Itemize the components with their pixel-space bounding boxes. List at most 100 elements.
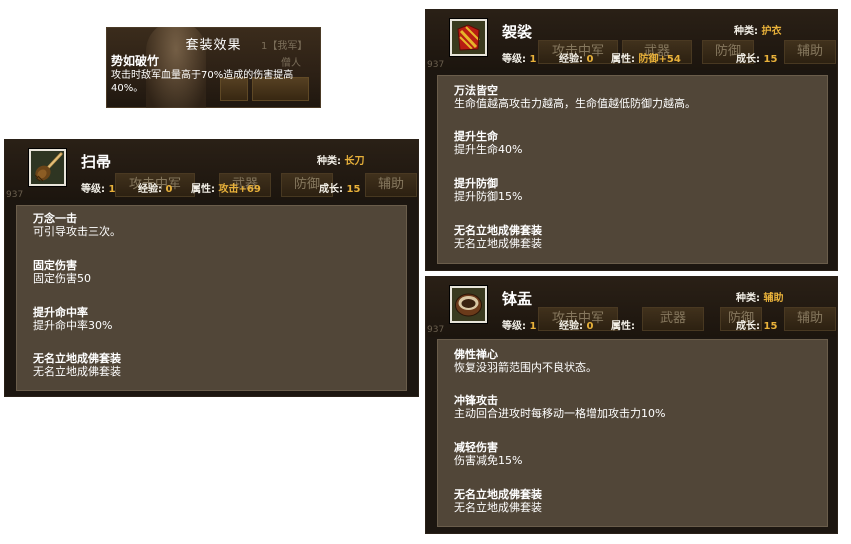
broom-icon bbox=[29, 149, 66, 186]
skill-desc: 无名立地成佛套装 bbox=[454, 237, 542, 250]
exp-value: 0 bbox=[165, 184, 173, 195]
attr-stat: 属性: bbox=[611, 317, 635, 332]
ghost-number: 937 bbox=[427, 60, 445, 70]
attr-stat: 属性: 攻击+69 bbox=[191, 180, 261, 195]
skill-entry: 无名立地成佛套装 无名立地成佛套装 bbox=[33, 352, 121, 378]
skill-entry: 减轻伤害 伤害减免15% bbox=[454, 441, 522, 467]
level-value: 1 bbox=[108, 184, 116, 195]
skill-entry: 冲锋攻击 主动回合进攻时每移动一格增加攻击力10% bbox=[454, 394, 665, 420]
kind-label: 种类: bbox=[317, 156, 341, 167]
skill-entry: 提升命中率 提升命中率30% bbox=[33, 306, 112, 332]
kind-value: 辅助 bbox=[763, 293, 784, 304]
skill-desc: 生命值越高攻击力越高，生命值越低防御力越高。 bbox=[454, 97, 696, 110]
growth-value: 15 bbox=[763, 54, 778, 65]
skill-name: 无名立地成佛套装 bbox=[454, 224, 542, 237]
growth-stat: 成长: 15 bbox=[736, 317, 777, 332]
level-stat: 等级: 1 bbox=[502, 50, 536, 65]
item-kind: 种类: 长刀 bbox=[317, 152, 364, 167]
level-stat: 等级: 1 bbox=[502, 317, 536, 332]
skill-desc: 提升防御15% bbox=[454, 190, 523, 203]
skill-name: 提升生命 bbox=[454, 130, 498, 143]
item-card-alms-bowl: 937 攻击中军 武器 防御 辅助 钵盂 种类: 辅助 等级: 1 经验: 0 … bbox=[425, 276, 838, 534]
skill-entry: 固定伤害 固定伤害50 bbox=[33, 259, 91, 285]
robe-icon bbox=[450, 19, 487, 56]
exp-stat: 经验: 0 bbox=[559, 317, 593, 332]
level-stat: 等级: 1 bbox=[81, 180, 115, 195]
skill-entry: 万念一击 可引导攻击三次。 bbox=[33, 212, 121, 238]
item-card-kasaya: 937 攻击中军 武器 防御 辅助 袈裟 种类: 护衣 等级: 1 经验: 0 … bbox=[425, 9, 838, 271]
attr-label: 属性: bbox=[611, 321, 635, 332]
growth-stat: 成长: 15 bbox=[319, 180, 360, 195]
skill-desc: 无名立地成佛套装 bbox=[454, 501, 542, 514]
skill-name: 万法皆空 bbox=[454, 84, 498, 97]
skill-name: 减轻伤害 bbox=[454, 441, 498, 454]
attr-label: 属性: bbox=[191, 184, 215, 195]
skill-desc: 可引导攻击三次。 bbox=[33, 225, 121, 238]
skill-entry: 提升防御 提升防御15% bbox=[454, 177, 522, 203]
skill-name: 无名立地成佛套装 bbox=[454, 488, 542, 501]
skill-desc: 伤害减免15% bbox=[454, 454, 523, 467]
ghost-number: 937 bbox=[427, 325, 445, 335]
alms-bowl-icon bbox=[450, 286, 487, 323]
set-effect-name: 势如破竹 bbox=[111, 54, 160, 68]
skill-desc: 恢复没羽箭范围内不良状态。 bbox=[454, 361, 597, 374]
attr-value: 攻击+69 bbox=[218, 184, 261, 195]
skill-name: 无名立地成佛套装 bbox=[33, 352, 121, 365]
skill-entry: 佛性禅心 恢复没羽箭范围内不良状态。 bbox=[454, 348, 597, 374]
skill-name: 冲锋攻击 bbox=[454, 394, 498, 407]
skill-desc: 提升生命40% bbox=[454, 143, 523, 156]
exp-value: 0 bbox=[586, 321, 594, 332]
exp-label: 经验: bbox=[559, 321, 583, 332]
item-name: 钵盂 bbox=[502, 290, 533, 308]
growth-value: 15 bbox=[346, 184, 361, 195]
skill-entry: 无名立地成佛套装 无名立地成佛套装 bbox=[454, 224, 542, 250]
growth-label: 成长: bbox=[736, 321, 760, 332]
growth-value: 15 bbox=[763, 321, 778, 332]
exp-stat: 经验: 0 bbox=[559, 50, 593, 65]
kind-label: 种类: bbox=[736, 293, 760, 304]
ghost-tab-assist: 辅助 bbox=[784, 307, 836, 331]
skill-desc: 提升命中率30% bbox=[33, 319, 113, 332]
set-effect-title: 套装效果 bbox=[185, 38, 242, 53]
ghost-class-text: 僧人 bbox=[281, 58, 301, 69]
kind-value: 长刀 bbox=[344, 156, 365, 167]
ghost-tab-assist: 辅助 bbox=[784, 40, 836, 64]
growth-stat: 成长: 15 bbox=[736, 50, 777, 65]
skill-name: 提升命中率 bbox=[33, 306, 88, 319]
growth-label: 成长: bbox=[319, 184, 343, 195]
ghost-tab-assist: 辅助 bbox=[365, 173, 417, 197]
level-label: 等级: bbox=[502, 54, 526, 65]
exp-stat: 经验: 0 bbox=[138, 180, 172, 195]
skill-name: 固定伤害 bbox=[33, 259, 77, 272]
level-value: 1 bbox=[529, 321, 537, 332]
item-name: 扫帚 bbox=[81, 153, 112, 171]
exp-value: 0 bbox=[586, 54, 594, 65]
skill-desc: 主动回合进攻时每移动一格增加攻击力10% bbox=[454, 407, 666, 420]
level-value: 1 bbox=[529, 54, 537, 65]
skill-desc: 无名立地成佛套装 bbox=[33, 365, 121, 378]
attr-stat: 属性: 防御+54 bbox=[611, 50, 681, 65]
set-effect-desc: 攻击时敌军血量高于70%造成的伤害提高40%。 bbox=[111, 70, 294, 94]
exp-label: 经验: bbox=[138, 184, 162, 195]
skill-entry: 无名立地成佛套装 无名立地成佛套装 bbox=[454, 488, 542, 514]
ghost-number: 937 bbox=[6, 190, 24, 200]
attr-value: 防御+54 bbox=[638, 54, 681, 65]
ghost-tab-weapon: 武器 bbox=[642, 307, 704, 331]
item-kind: 种类: 辅助 bbox=[736, 289, 783, 304]
skill-entry: 万法皆空 生命值越高攻击力越高，生命值越低防御力越高。 bbox=[454, 84, 696, 110]
item-card-broom: 937 攻击中军 武器 防御 辅助 扫帚 种类: 长刀 等级: 1 经验: 0 … bbox=[4, 139, 419, 397]
level-label: 等级: bbox=[502, 321, 526, 332]
skill-name: 万念一击 bbox=[33, 212, 77, 225]
kind-label: 种类: bbox=[734, 26, 758, 37]
level-label: 等级: bbox=[81, 184, 105, 195]
exp-label: 经验: bbox=[559, 54, 583, 65]
kind-value: 护衣 bbox=[761, 26, 782, 37]
item-name: 袈裟 bbox=[502, 23, 533, 41]
skill-entry: 提升生命 提升生命40% bbox=[454, 130, 522, 156]
skill-name: 佛性禅心 bbox=[454, 348, 498, 361]
item-kind: 种类: 护衣 bbox=[734, 22, 781, 37]
skill-desc: 固定伤害50 bbox=[33, 272, 91, 285]
set-effect-popup: 1【我军】 僧人 套装效果 势如破竹 攻击时敌军血量高于70%造成的伤害提高40… bbox=[106, 27, 321, 108]
growth-label: 成长: bbox=[736, 54, 760, 65]
attr-label: 属性: bbox=[611, 54, 635, 65]
